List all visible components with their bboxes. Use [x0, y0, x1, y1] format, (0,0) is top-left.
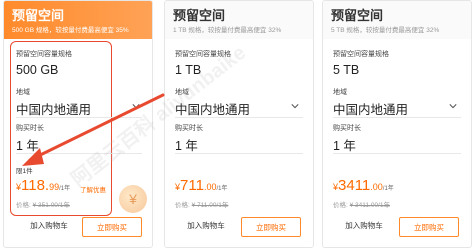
annotation-arrow-icon — [22, 93, 165, 166]
